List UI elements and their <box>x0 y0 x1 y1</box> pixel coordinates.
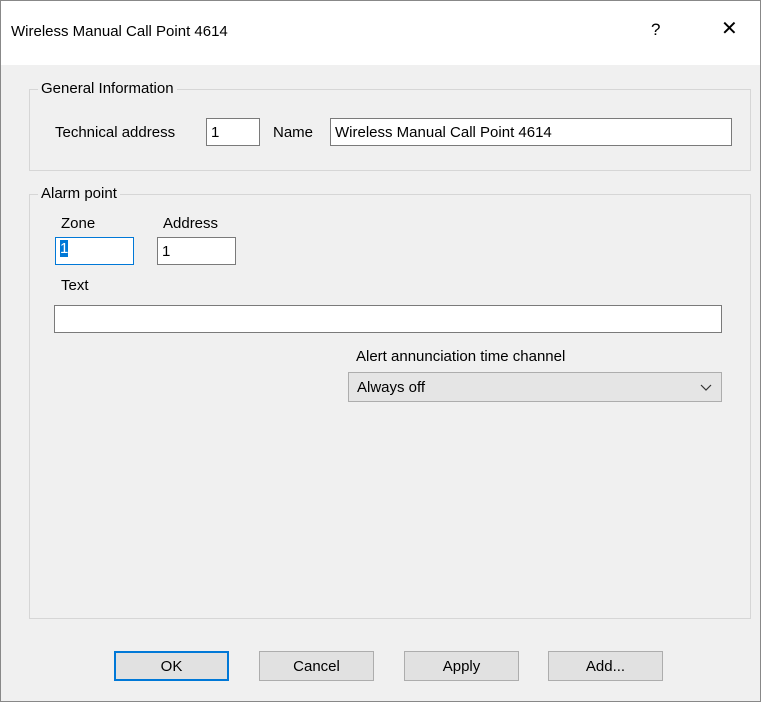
address-input[interactable] <box>157 237 236 265</box>
zone-value: 1 <box>60 240 69 257</box>
title-bar: Wireless Manual Call Point 4614 ? ✕ <box>1 1 760 65</box>
close-button[interactable]: ✕ <box>721 19 738 39</box>
apply-button[interactable]: Apply <box>404 651 519 681</box>
name-label: Name <box>273 124 314 141</box>
text-input[interactable] <box>54 305 722 333</box>
technical-address-input[interactable] <box>206 118 260 146</box>
name-input[interactable] <box>330 118 732 146</box>
zone-input[interactable]: 1 <box>55 237 134 265</box>
help-button[interactable]: ? <box>651 20 660 40</box>
cancel-button[interactable]: Cancel <box>259 651 374 681</box>
add-button[interactable]: Add... <box>548 651 663 681</box>
ok-button[interactable]: OK <box>114 651 229 681</box>
general-information-legend: General Information <box>38 80 177 98</box>
text-label: Text <box>61 277 89 294</box>
alarm-point-legend: Alarm point <box>38 185 120 203</box>
chevron-down-icon <box>700 384 712 391</box>
channel-value: Always off <box>357 379 426 396</box>
dialog-window: Wireless Manual Call Point 4614 ? ✕ Gene… <box>0 0 761 702</box>
alarm-point-group: Alarm point <box>29 185 751 619</box>
address-label: Address <box>163 215 219 232</box>
zone-label: Zone <box>61 215 96 232</box>
window-title: Wireless Manual Call Point 4614 <box>11 23 228 40</box>
channel-dropdown[interactable]: Always off <box>348 372 722 402</box>
channel-label: Alert annunciation time channel <box>356 348 566 365</box>
technical-address-label: Technical address <box>55 124 176 141</box>
